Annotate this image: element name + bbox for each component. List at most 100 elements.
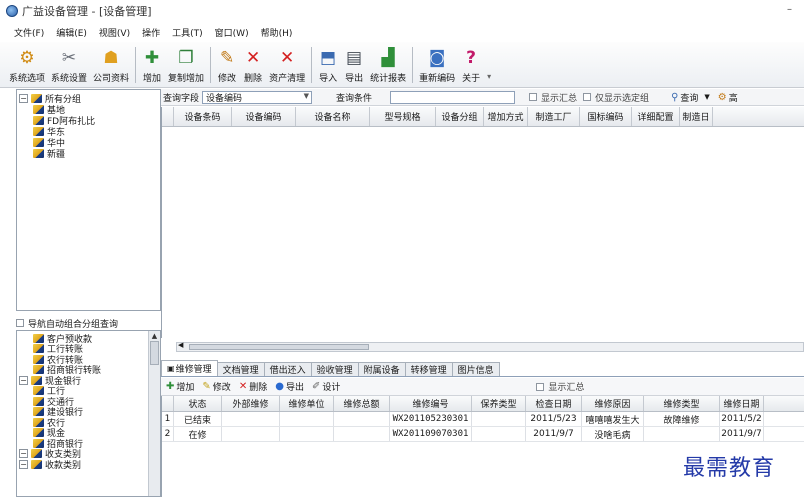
- column-header[interactable]: 设备编码: [232, 107, 296, 126]
- table-row[interactable]: 2 在修 WX201109070301 2011/9/7 没啥毛病 2011/9/7: [162, 427, 804, 442]
- detail-delete-button[interactable]: ✕ 删除: [239, 380, 267, 393]
- detail-add-button[interactable]: ✚ 增加: [166, 380, 194, 393]
- column-header[interactable]: 维修原因: [582, 396, 644, 411]
- advanced-button[interactable]: ⚙ 高: [718, 91, 738, 104]
- detail-edit-button[interactable]: ✎ 修改: [202, 380, 230, 393]
- only-selected-checkbox[interactable]: [583, 93, 592, 101]
- tab-0[interactable]: ▣ 维修管理: [161, 360, 218, 376]
- column-header[interactable]: 维修单位: [280, 396, 334, 411]
- column-header[interactable]: 保养类型: [472, 396, 526, 411]
- column-header[interactable]: 制造日: [680, 107, 713, 126]
- detail-summary-toggle[interactable]: 显示汇总: [536, 380, 584, 393]
- query-button[interactable]: ⚲ 查询 ▼: [671, 91, 710, 104]
- toolbar-button-edit[interactable]: ✎ 修改: [214, 42, 240, 88]
- toolbar-button-help[interactable]: ? 关于: [458, 42, 484, 88]
- menu-item[interactable]: 工具(T): [172, 26, 203, 39]
- tree-node[interactable]: 华中: [19, 137, 160, 149]
- tab-4[interactable]: 附属设备: [357, 362, 406, 376]
- scroll-thumb[interactable]: [150, 341, 159, 365]
- column-header[interactable]: 检查日期: [526, 396, 582, 411]
- toolbar-button-wrench[interactable]: ⚙ 系统选项: [6, 42, 48, 88]
- menu-item[interactable]: 帮助(H): [261, 26, 293, 39]
- query-condition-input[interactable]: [390, 90, 516, 104]
- toolbar-button-tools[interactable]: ✂ 系统设置: [48, 42, 90, 88]
- tree-node[interactable]: 华东: [19, 126, 160, 138]
- tree-node[interactable]: 新疆: [19, 148, 160, 160]
- collapse-icon[interactable]: −: [19, 459, 28, 469]
- menu-item[interactable]: 窗口(W): [215, 26, 249, 39]
- table-row[interactable]: 1 已结束 WX201105230301 2011/5/23 嘻嘻嘻发生大 故障维修 201…: [162, 412, 804, 427]
- column-header[interactable]: 制造工厂: [528, 107, 580, 126]
- tree-node[interactable]: 建设银行: [17, 407, 160, 418]
- tree-node[interactable]: 工行转账: [17, 344, 160, 355]
- category-tree-scrollbar[interactable]: ▲: [148, 331, 160, 496]
- column-header[interactable]: 型号规格: [370, 107, 436, 126]
- tree-node[interactable]: − 所有分组: [19, 93, 160, 105]
- scroll-left-icon[interactable]: ◀: [178, 341, 183, 349]
- detail-summary-checkbox[interactable]: [536, 382, 545, 391]
- query-field-select[interactable]: 设备编码 ▼: [202, 90, 313, 104]
- tree-node[interactable]: FD阿布扎比: [19, 115, 160, 127]
- tree-node[interactable]: 工行: [17, 386, 160, 397]
- column-header[interactable]: 维修编号: [390, 396, 472, 411]
- tab-5[interactable]: 转移管理: [404, 362, 453, 376]
- collapse-icon[interactable]: −: [19, 94, 28, 103]
- equipment-grid[interactable]: 设备条码 设备编码 设备名称 型号规格 设备分组 增加方式 制造工厂 国标编码 详细配置 制造日: [161, 107, 804, 338]
- tree-node[interactable]: 招商银行: [17, 438, 160, 450]
- equipment-grid-hscrollbar[interactable]: ◀: [176, 341, 804, 352]
- scroll-up-icon[interactable]: ▲: [149, 331, 160, 341]
- toolbar-overflow-icon[interactable]: ▾: [487, 72, 491, 81]
- nav-auto-query-checkbox[interactable]: [16, 319, 24, 327]
- tree-node[interactable]: 招商银行转账: [17, 365, 160, 376]
- toolbar-button-add[interactable]: ✚ 增加: [139, 42, 165, 88]
- toolbar-button-report[interactable]: ▟ 统计报表: [367, 42, 409, 88]
- menu-item[interactable]: 文件(F): [14, 26, 44, 39]
- column-header[interactable]: 设备分组: [436, 107, 484, 126]
- menu-item[interactable]: 编辑(E): [56, 26, 87, 39]
- column-header[interactable]: 维修日期: [720, 396, 764, 411]
- column-header[interactable]: 状态: [174, 396, 222, 411]
- show-summary-checkbox[interactable]: [529, 93, 538, 101]
- column-header[interactable]: 设备条码: [174, 107, 232, 126]
- category-tree[interactable]: 客户预收款 工行转账 农行转账 招商银行转账 − 现金银行 工行 交通行 建设银行 农行 现金 招商银…: [16, 330, 161, 497]
- only-selected-toggle[interactable]: 仅显示选定组: [583, 91, 649, 104]
- menu-item[interactable]: 视图(V): [99, 26, 130, 39]
- nav-auto-query-toggle[interactable]: 导航自动组合分组查询: [16, 316, 161, 330]
- show-summary-toggle[interactable]: 显示汇总: [529, 91, 577, 104]
- toolbar-button-clear[interactable]: ✕ 资产清理: [266, 42, 308, 88]
- tree-node[interactable]: − 收支类别: [17, 449, 160, 460]
- tree-node[interactable]: 现金: [17, 428, 160, 439]
- toolbar-button-company[interactable]: ☗ 公司资料: [90, 42, 132, 88]
- collapse-icon[interactable]: −: [19, 375, 28, 385]
- menu-item[interactable]: 操作: [142, 26, 160, 39]
- column-header[interactable]: 设备名称: [296, 107, 370, 126]
- column-header[interactable]: [162, 396, 174, 411]
- detail-design-button[interactable]: ✐ 设计: [312, 380, 340, 393]
- tree-node[interactable]: 交通行: [17, 396, 160, 408]
- column-header[interactable]: 国标编码: [580, 107, 632, 126]
- column-header[interactable]: 增加方式: [484, 107, 528, 126]
- toolbar-button-copy-add[interactable]: ❐ 复制增加: [165, 42, 207, 88]
- column-header[interactable]: 外部维修: [222, 396, 280, 411]
- minimize-button[interactable]: –: [787, 4, 792, 15]
- toolbar-button-delete[interactable]: ✕ 删除: [240, 42, 266, 88]
- tab-6[interactable]: 图片信息: [451, 362, 500, 376]
- tree-node[interactable]: 客户预收款: [17, 333, 160, 345]
- toolbar-button-import[interactable]: ⬒ 导入: [315, 42, 341, 88]
- column-header[interactable]: 维修总额: [334, 396, 390, 411]
- toolbar-button-export[interactable]: ▤ 导出: [341, 42, 367, 88]
- hscroll-thumb[interactable]: [189, 344, 369, 350]
- detail-export-button[interactable]: ● 导出: [275, 380, 304, 393]
- toolbar-button-recode[interactable]: ◙ 重新编码: [416, 42, 458, 88]
- column-header[interactable]: 维修类型: [644, 396, 720, 411]
- group-tree[interactable]: − 所有分组 基地 FD阿布扎比 华东 华中 新疆: [16, 89, 161, 311]
- tab-3[interactable]: 验收管理: [310, 362, 359, 376]
- tree-node[interactable]: − 现金银行: [17, 375, 160, 387]
- tree-node[interactable]: − 收款类别: [17, 459, 160, 471]
- tree-node[interactable]: 农行: [17, 417, 160, 429]
- column-header[interactable]: 详细配置: [632, 107, 680, 126]
- folder-icon: [33, 127, 44, 136]
- tab-1[interactable]: 文档管理: [216, 362, 265, 376]
- tab-2[interactable]: 借出还入: [263, 362, 312, 376]
- collapse-icon[interactable]: −: [19, 449, 28, 459]
